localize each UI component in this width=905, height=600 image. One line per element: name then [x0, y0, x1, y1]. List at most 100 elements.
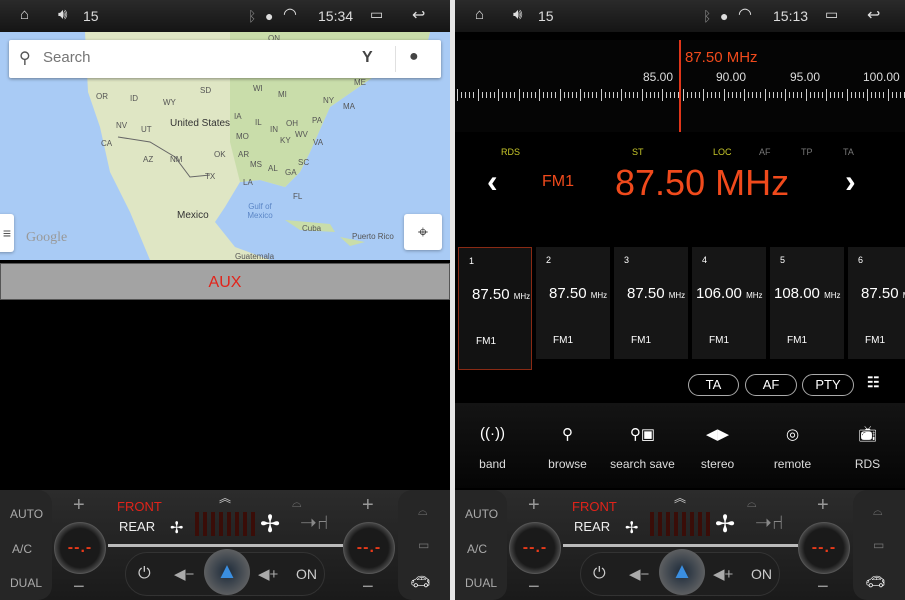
preset-button[interactable]: 1 87.50 MHz FM1 — [458, 247, 532, 370]
volume-icon[interactable]: 🔊︎ — [58, 6, 67, 23]
temp-right-plus[interactable]: + — [362, 494, 374, 517]
power-icon[interactable]: ⏻ — [593, 565, 606, 583]
divider — [563, 544, 798, 547]
temp-left-plus[interactable]: + — [528, 494, 540, 517]
function-remote-button[interactable]: ◎ remote — [755, 403, 830, 488]
preset-unit: MHz — [590, 291, 608, 300]
scale-tick — [502, 92, 504, 98]
menu-button[interactable]: ≡ — [0, 214, 14, 252]
preset-button[interactable]: 4 106.00 MHz FM1 — [692, 247, 766, 359]
on-button[interactable]: ON — [296, 566, 317, 582]
preset-band: FM1 — [787, 335, 807, 346]
preset-button[interactable]: 6 87.50 MHz FM1 — [848, 247, 905, 359]
rear-defrost-icon[interactable]: ▭ — [418, 538, 429, 552]
search-input[interactable] — [43, 49, 323, 66]
airflow-seat-icon[interactable]: ➝⑁ — [755, 510, 784, 535]
function-stereo-button[interactable]: ◀▶ stereo — [680, 403, 755, 488]
rear-defrost-icon[interactable]: ▭ — [873, 538, 884, 552]
navigation-button[interactable]: ▲ — [659, 549, 705, 595]
fan-large-icon[interactable]: ✢ — [715, 510, 735, 539]
fan-level-bar[interactable] — [195, 512, 255, 536]
navigation-button[interactable]: ▲ — [204, 549, 250, 595]
car-icon[interactable]: 🚗︎ — [865, 572, 885, 592]
function-rds-button[interactable]: 📺︎ RDS — [830, 403, 905, 488]
on-button[interactable]: ON — [751, 566, 772, 582]
tuning-needle[interactable] — [679, 40, 681, 132]
preset-button[interactable]: 5 108.00 MHz FM1 — [770, 247, 844, 359]
function-browse-button[interactable]: ⚲ browse — [530, 403, 605, 488]
volume-icon[interactable]: 🔊︎ — [513, 6, 522, 23]
preset-band: FM1 — [709, 335, 729, 346]
scale-tick — [834, 92, 836, 98]
airflow-seat-icon[interactable]: ➝⑁ — [300, 510, 329, 535]
temp-left-minus[interactable]: − — [73, 576, 85, 599]
front-button[interactable]: FRONT — [117, 499, 162, 514]
temp-right-knob[interactable]: --.- — [798, 522, 850, 574]
pty-button[interactable]: PTY — [802, 374, 854, 396]
expand-icon[interactable]: ︽ — [674, 489, 686, 506]
temp-right-minus[interactable]: − — [362, 576, 374, 599]
fan-small-icon[interactable]: ✢ — [170, 518, 183, 538]
rear-button[interactable]: REAR — [574, 519, 610, 534]
recent-apps-icon[interactable]: ▭ — [370, 6, 383, 23]
fan-large-icon[interactable]: ✢ — [260, 510, 280, 539]
auto-button[interactable]: AUTO — [465, 507, 498, 521]
left-screen: ⌂ 🔊︎ 15 ᛒ ● ◠ 15:34 ▭ ↩ ON OR ID WY SD W… — [0, 0, 450, 600]
dual-button[interactable]: DUAL — [465, 576, 497, 590]
back-icon[interactable]: ↩ — [412, 5, 425, 25]
directions-icon[interactable]: Y — [362, 49, 373, 67]
function-band-button[interactable]: ((·)) band — [455, 403, 530, 488]
aux-header: AUX — [0, 263, 450, 300]
account-icon[interactable]: ● — [409, 48, 419, 66]
dual-button[interactable]: DUAL — [10, 576, 42, 590]
af-button[interactable]: AF — [745, 374, 797, 396]
temp-right-minus[interactable]: − — [817, 576, 829, 599]
home-icon[interactable]: ⌂ — [20, 6, 29, 23]
seek-back-button[interactable]: ‹ — [487, 163, 498, 200]
volume-down-button[interactable]: ◀− — [629, 565, 649, 583]
auto-button[interactable]: AUTO — [10, 507, 43, 521]
volume-up-button[interactable]: ◀+ — [258, 565, 278, 583]
preset-button[interactable]: 3 87.50 MHz FM1 — [614, 247, 688, 359]
back-icon[interactable]: ↩ — [867, 5, 880, 25]
temp-right-knob[interactable]: --.- — [343, 522, 395, 574]
expand-icon[interactable]: ︽ — [219, 489, 231, 506]
list-menu-icon[interactable]: ☷ — [867, 374, 880, 391]
scale-tick — [690, 92, 692, 98]
car-icon[interactable]: 🚗︎ — [410, 572, 430, 592]
temp-left-knob[interactable]: --.- — [54, 522, 106, 574]
recent-apps-icon[interactable]: ▭ — [825, 6, 838, 23]
temp-right-plus[interactable]: + — [817, 494, 829, 517]
windshield-defrost-icon[interactable]: ⌓ — [747, 496, 757, 511]
scale-tick — [711, 92, 713, 98]
ac-button[interactable]: A/C — [12, 542, 32, 556]
control-bar: ⏻ ◀− ▲ ◀+ ON — [125, 549, 325, 596]
scale-tick — [678, 92, 680, 98]
ac-button[interactable]: A/C — [467, 542, 487, 556]
volume-up-button[interactable]: ◀+ — [713, 565, 733, 583]
frequency-scale[interactable]: 87.50 MHz 85.00 90.00 95.00 100.00 — [455, 40, 905, 132]
scale-tick — [469, 92, 471, 98]
search-box[interactable]: ⚲ Y ● — [9, 40, 441, 78]
temp-left-minus[interactable]: − — [528, 576, 540, 599]
ta-button[interactable]: TA — [688, 374, 739, 396]
my-location-button[interactable]: ⌖ — [404, 214, 442, 250]
front-button[interactable]: FRONT — [572, 499, 617, 514]
front-defrost-icon[interactable]: ⌓ — [418, 504, 428, 519]
temp-left-plus[interactable]: + — [73, 494, 85, 517]
volume-down-button[interactable]: ◀− — [174, 565, 194, 583]
power-icon[interactable]: ⏻ — [138, 565, 151, 583]
function-search-save-button[interactable]: ⚲▣ search save — [605, 403, 680, 488]
seek-forward-button[interactable]: › — [845, 163, 856, 200]
front-defrost-icon[interactable]: ⌓ — [873, 504, 883, 519]
scale-tick — [584, 92, 586, 98]
preset-button[interactable]: 2 87.50 MHz FM1 — [536, 247, 610, 359]
windshield-defrost-icon[interactable]: ⌓ — [292, 496, 302, 511]
fan-level-bar[interactable] — [650, 512, 710, 536]
temp-left-knob[interactable]: --.- — [509, 522, 561, 574]
rear-button[interactable]: REAR — [119, 519, 155, 534]
fan-small-icon[interactable]: ✢ — [625, 518, 638, 538]
function-label: search save — [610, 457, 675, 471]
st-indicator: ST — [632, 147, 644, 157]
home-icon[interactable]: ⌂ — [475, 6, 484, 23]
